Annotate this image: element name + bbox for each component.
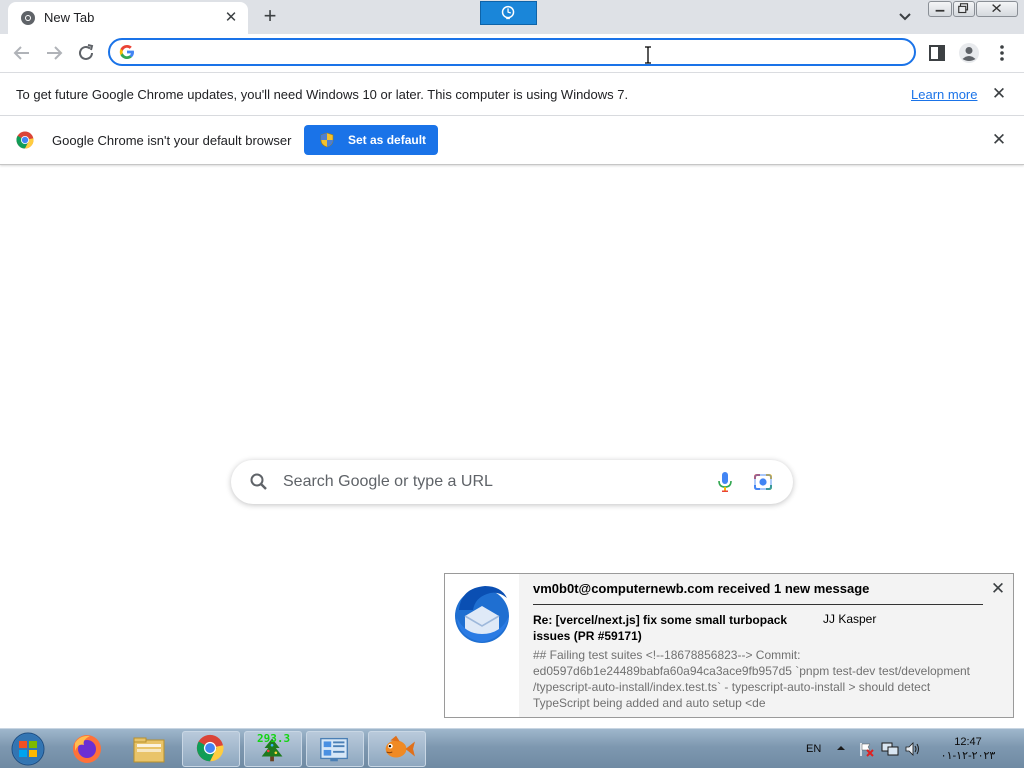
text-cursor-icon — [645, 46, 651, 64]
clock-date: ٢٠٢٣-١٢-٠١ — [940, 750, 996, 762]
learn-more-link[interactable]: Learn more — [911, 87, 977, 102]
minimize-button[interactable] — [928, 1, 952, 17]
clock[interactable]: 12:47 ٢٠٢٣-١٢-٠١ — [928, 735, 1008, 763]
start-button[interactable] — [2, 731, 54, 767]
tab-title: New Tab — [44, 10, 95, 25]
new-tab-button[interactable]: + — [258, 5, 282, 29]
tab-search-chevron-icon[interactable] — [896, 8, 914, 26]
uac-shield-icon — [320, 132, 334, 148]
ntp-search-box[interactable]: Search Google or type a URL — [231, 460, 793, 504]
close-infobar-icon[interactable]: ✕ — [991, 131, 1007, 148]
clock-time: 12:47 — [954, 736, 982, 748]
set-as-default-label: Set as default — [348, 133, 427, 147]
taskbar-fish-app[interactable] — [368, 731, 426, 767]
close-window-button[interactable] — [976, 1, 1018, 17]
taskbar-tree-app[interactable]: 293.3 — [244, 731, 302, 767]
side-panel-icon[interactable] — [926, 42, 948, 64]
taskbar-chrome[interactable] — [182, 731, 240, 767]
mail-notification[interactable]: vm0b0t@computernewb.com received 1 new m… — [444, 573, 1014, 718]
clock-icon — [501, 5, 515, 20]
search-icon — [250, 473, 267, 490]
folder-icon — [133, 737, 165, 763]
control-panel-icon — [320, 737, 348, 762]
tree-app-counter: 293.3 — [257, 732, 291, 745]
taskbar-firefox[interactable] — [58, 731, 116, 767]
default-browser-message: Google Chrome isn't your default browser — [52, 133, 292, 148]
set-as-default-button[interactable]: Set as default — [304, 125, 438, 155]
close-infobar-icon[interactable]: ✕ — [991, 85, 1007, 102]
taskbar: 293.3 EN 12:47 ٢٠٢٣-١٢-٠١ — [0, 728, 1024, 768]
tab-new-tab[interactable]: New Tab ✕ — [8, 2, 248, 34]
menu-kebab-icon[interactable] — [991, 42, 1013, 64]
close-tab-icon[interactable]: ✕ — [222, 9, 240, 27]
restore-button[interactable] — [953, 1, 975, 17]
reload-icon[interactable] — [75, 42, 97, 64]
google-lens-icon[interactable] — [752, 472, 774, 492]
show-hidden-icons-icon[interactable] — [836, 743, 846, 753]
taskbar-control-panel[interactable] — [306, 731, 364, 767]
minimize-icon — [935, 9, 945, 12]
divider — [533, 604, 983, 605]
update-message: To get future Google Chrome updates, you… — [16, 87, 629, 102]
default-browser-infobar: Google Chrome isn't your default browser… — [0, 116, 1024, 165]
remote-session-indicator[interactable] — [480, 1, 537, 25]
notification-sender: JJ Kasper — [823, 612, 877, 626]
windows-orb-icon — [11, 732, 45, 766]
chrome-icon — [21, 11, 35, 25]
network-icon[interactable] — [881, 741, 899, 757]
search-placeholder: Search Google or type a URL — [283, 473, 493, 490]
taskbar-file-explorer[interactable] — [120, 731, 178, 767]
tab-strip: New Tab ✕ + — [0, 0, 1024, 34]
notification-subject: Re: [vercel/next.js] fix some small turb… — [533, 613, 788, 643]
firefox-icon — [73, 735, 101, 763]
forward-arrow-icon[interactable] — [43, 42, 65, 64]
restore-icon — [958, 3, 969, 14]
address-bar[interactable] — [108, 38, 916, 66]
language-indicator[interactable]: EN — [806, 743, 821, 755]
update-infobar: To get future Google Chrome updates, you… — [0, 72, 1024, 116]
thunderbird-icon — [455, 586, 509, 643]
notification-preview: ## Failing test suites <!--18678856823--… — [533, 648, 971, 710]
fish-icon — [385, 735, 415, 758]
microphone-icon[interactable] — [717, 471, 733, 493]
close-notification-icon[interactable]: ✕ — [990, 580, 1006, 597]
chrome-logo-icon — [16, 131, 34, 149]
profile-avatar-icon[interactable] — [958, 42, 980, 64]
google-g-icon — [119, 45, 134, 59]
chrome-icon — [196, 734, 224, 762]
back-arrow-icon[interactable] — [11, 42, 33, 64]
notification-icon-pane — [445, 574, 519, 717]
notification-header: vm0b0t@computernewb.com received 1 new m… — [533, 581, 870, 596]
volume-icon[interactable] — [904, 741, 922, 757]
close-icon — [992, 4, 1001, 13]
action-center-flag-icon[interactable] — [858, 741, 874, 757]
